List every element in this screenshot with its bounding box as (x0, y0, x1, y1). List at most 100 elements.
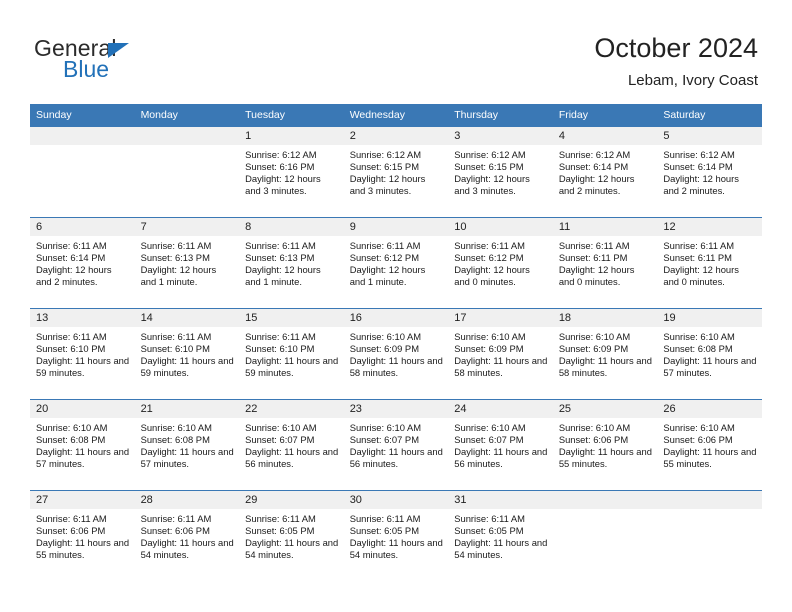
calendar-day-cell[interactable]: 12 Sunrise: 6:11 AM Sunset: 6:11 PM Dayligh… (657, 217, 762, 309)
day-number: 17 (448, 309, 553, 327)
calendar-day-cell[interactable]: 2 Sunrise: 6:12 AM Sunset: 6:15 PM Daylight… (343, 126, 449, 218)
calendar-day-cell[interactable]: 19 Sunrise: 6:10 AM Sunset: 6:08 PM Dayligh… (657, 308, 762, 400)
day-details: Sunrise: 6:12 AM Sunset: 6:16 PM Daylight:… (239, 145, 344, 197)
sunrise-text: Sunrise: 6:11 AM (36, 513, 107, 524)
day-cell-content: 23 Sunrise: 6:10 AM Sunset: 6:07 PM Dayligh… (343, 400, 449, 490)
day-number: 15 (239, 309, 344, 327)
calendar-grid: Sunday Monday Tuesday Wednesday Thursday… (30, 104, 762, 581)
calendar-day-cell[interactable]: 29 Sunrise: 6:11 AM Sunset: 6:05 PM Dayligh… (239, 490, 344, 581)
day-number: 19 (657, 309, 762, 327)
calendar-day-cell[interactable]: 23 Sunrise: 6:10 AM Sunset: 6:07 PM Dayligh… (343, 399, 449, 491)
calendar-day-cell[interactable]: 13 Sunrise: 6:11 AM Sunset: 6:10 PM Dayligh… (30, 308, 135, 400)
calendar-day-cell[interactable]: 11 Sunrise: 6:11 AM Sunset: 6:11 PM Dayligh… (552, 217, 658, 309)
brand-logo[interactable]: General Blue (34, 36, 234, 92)
daylight-text: Daylight: 11 hours and 56 minutes. (454, 446, 548, 470)
calendar-day-cell[interactable]: 7 Sunrise: 6:11 AM Sunset: 6:13 PM Daylight… (134, 217, 240, 309)
calendar-week-row: 1 Sunrise: 6:12 AM Sunset: 6:16 PM Daylight… (30, 126, 762, 218)
calendar-day-cell[interactable]: 26 Sunrise: 6:10 AM Sunset: 6:06 PM Dayligh… (657, 399, 762, 491)
day-number: 8 (239, 218, 344, 236)
sunset-text: Sunset: 6:05 PM (349, 525, 419, 537)
calendar-week-row: 27 Sunrise: 6:11 AM Sunset: 6:06 PM Dayligh… (30, 490, 762, 581)
day-number: 4 (552, 127, 658, 145)
calendar-day-cell[interactable]: 25 Sunrise: 6:10 AM Sunset: 6:06 PM Dayligh… (552, 399, 658, 491)
calendar-header-row: Sunday Monday Tuesday Wednesday Thursday… (30, 104, 762, 127)
sunrise-text: Sunrise: 6:10 AM (245, 422, 317, 433)
day-number: 20 (30, 400, 135, 418)
calendar-day-cell[interactable]: 3 Sunrise: 6:12 AM Sunset: 6:15 PM Daylight… (448, 126, 553, 218)
calendar-day-cell[interactable]: 1 Sunrise: 6:12 AM Sunset: 6:16 PM Daylight… (239, 126, 344, 218)
day-details: Sunrise: 6:12 AM Sunset: 6:15 PM Daylight:… (344, 145, 449, 197)
calendar-page: General Blue October 2024 Lebam, Ivory C… (0, 0, 792, 612)
daylight-text: Daylight: 11 hours and 54 minutes. (140, 537, 234, 561)
daylight-text: Daylight: 11 hours and 55 minutes. (558, 446, 652, 470)
calendar-day-cell[interactable]: 18 Sunrise: 6:10 AM Sunset: 6:09 PM Dayligh… (552, 308, 658, 400)
day-cell-content: 3 Sunrise: 6:12 AM Sunset: 6:15 PM Daylight… (448, 127, 553, 217)
day-cell-content (134, 127, 240, 217)
calendar-day-cell[interactable]: 22 Sunrise: 6:10 AM Sunset: 6:07 PM Dayligh… (239, 399, 344, 491)
sunrise-text: Sunrise: 6:11 AM (140, 331, 212, 342)
sunrise-text: Sunrise: 6:12 AM (663, 149, 735, 160)
calendar-day-cell[interactable]: 27 Sunrise: 6:11 AM Sunset: 6:06 PM Dayligh… (30, 490, 135, 581)
day-details: Sunrise: 6:11 AM Sunset: 6:13 PM Daylight:… (239, 236, 344, 288)
sunset-text: Sunset: 6:08 PM (36, 434, 106, 446)
brand-name-blue: Blue (63, 56, 110, 82)
day-number: 7 (134, 218, 240, 236)
day-cell-content: 11 Sunrise: 6:11 AM Sunset: 6:11 PM Dayligh… (552, 218, 658, 308)
daylight-text: Daylight: 12 hours and 2 minutes. (663, 173, 739, 197)
day-details: Sunrise: 6:12 AM Sunset: 6:14 PM Daylight:… (657, 145, 762, 197)
day-cell-content: 26 Sunrise: 6:10 AM Sunset: 6:06 PM Dayligh… (657, 400, 762, 490)
sunrise-text: Sunrise: 6:11 AM (140, 240, 212, 251)
day-details: Sunrise: 6:10 AM Sunset: 6:07 PM Daylight:… (448, 418, 553, 470)
day-cell-content: 18 Sunrise: 6:10 AM Sunset: 6:09 PM Dayligh… (552, 309, 658, 399)
calendar-day-cell[interactable]: 4 Sunrise: 6:12 AM Sunset: 6:14 PM Daylight… (552, 126, 658, 218)
calendar-day-cell[interactable]: 30 Sunrise: 6:11 AM Sunset: 6:05 PM Dayligh… (343, 490, 449, 581)
sunset-text: Sunset: 6:12 PM (454, 252, 524, 264)
calendar-day-cell[interactable]: 24 Sunrise: 6:10 AM Sunset: 6:07 PM Dayligh… (448, 399, 553, 491)
sunrise-text: Sunrise: 6:11 AM (663, 240, 735, 251)
day-details: Sunrise: 6:10 AM Sunset: 6:06 PM Daylight:… (553, 418, 658, 470)
calendar-day-cell[interactable]: 16 Sunrise: 6:10 AM Sunset: 6:09 PM Dayligh… (343, 308, 449, 400)
sunrise-text: Sunrise: 6:11 AM (349, 240, 421, 251)
calendar-day-cell[interactable]: 21 Sunrise: 6:10 AM Sunset: 6:08 PM Dayligh… (134, 399, 240, 491)
day-details: Sunrise: 6:11 AM Sunset: 6:05 PM Daylight:… (239, 509, 344, 561)
calendar-day-cell[interactable]: 14 Sunrise: 6:11 AM Sunset: 6:10 PM Dayligh… (134, 308, 240, 400)
calendar-day-cell[interactable]: 8 Sunrise: 6:11 AM Sunset: 6:13 PM Daylight… (239, 217, 344, 309)
sunrise-text: Sunrise: 6:11 AM (558, 240, 630, 251)
brand-triangle-icon (108, 43, 129, 58)
calendar-day-cell[interactable]: 17 Sunrise: 6:10 AM Sunset: 6:09 PM Dayligh… (448, 308, 553, 400)
sunset-text: Sunset: 6:10 PM (245, 343, 315, 355)
calendar-day-cell[interactable]: 5 Sunrise: 6:12 AM Sunset: 6:14 PM Daylight… (657, 126, 762, 218)
calendar-day-cell[interactable]: 6 Sunrise: 6:11 AM Sunset: 6:14 PM Daylight… (30, 217, 135, 309)
calendar-day-cell[interactable]: 10 Sunrise: 6:11 AM Sunset: 6:12 PM Dayligh… (448, 217, 553, 309)
title-block: October 2024 Lebam, Ivory Coast (594, 32, 758, 90)
calendar-day-cell[interactable]: 31 Sunrise: 6:11 AM Sunset: 6:05 PM Dayligh… (448, 490, 553, 581)
sunset-text: Sunset: 6:14 PM (663, 161, 733, 173)
sunrise-text: Sunrise: 6:12 AM (245, 149, 317, 160)
day-cell-content: 19 Sunrise: 6:10 AM Sunset: 6:08 PM Dayligh… (657, 309, 762, 399)
calendar-day-cell (657, 490, 762, 581)
day-cell-content: 14 Sunrise: 6:11 AM Sunset: 6:10 PM Dayligh… (134, 309, 240, 399)
day-number: 31 (448, 491, 553, 509)
day-cell-content: 15 Sunrise: 6:11 AM Sunset: 6:10 PM Dayligh… (239, 309, 344, 399)
calendar-day-cell[interactable]: 15 Sunrise: 6:11 AM Sunset: 6:10 PM Dayligh… (239, 308, 344, 400)
day-number (552, 491, 658, 509)
day-details: Sunrise: 6:11 AM Sunset: 6:13 PM Daylight:… (135, 236, 240, 288)
calendar-day-cell[interactable]: 28 Sunrise: 6:11 AM Sunset: 6:06 PM Dayligh… (134, 490, 240, 581)
sunrise-text: Sunrise: 6:11 AM (454, 240, 525, 251)
sunset-text: Sunset: 6:12 PM (349, 252, 419, 264)
calendar-day-cell[interactable]: 9 Sunrise: 6:11 AM Sunset: 6:12 PM Daylight… (343, 217, 449, 309)
sunrise-text: Sunrise: 6:10 AM (558, 422, 631, 433)
sunset-text: Sunset: 6:14 PM (558, 161, 629, 173)
daylight-text: Daylight: 11 hours and 54 minutes. (245, 537, 339, 561)
sunset-text: Sunset: 6:09 PM (558, 343, 629, 355)
sunset-text: Sunset: 6:08 PM (663, 343, 733, 355)
daylight-text: Daylight: 12 hours and 2 minutes. (36, 264, 112, 288)
weekday-header-saturday: Saturday (657, 104, 762, 127)
weekday-header-sunday: Sunday (30, 104, 135, 127)
day-details: Sunrise: 6:10 AM Sunset: 6:08 PM Daylight:… (30, 418, 135, 470)
day-number: 10 (448, 218, 553, 236)
daylight-text: Daylight: 12 hours and 1 minute. (140, 264, 217, 288)
day-details: Sunrise: 6:11 AM Sunset: 6:11 PM Daylight:… (553, 236, 658, 288)
day-details: Sunrise: 6:11 AM Sunset: 6:05 PM Daylight:… (344, 509, 449, 561)
calendar-day-cell[interactable]: 20 Sunrise: 6:10 AM Sunset: 6:08 PM Dayligh… (30, 399, 135, 491)
